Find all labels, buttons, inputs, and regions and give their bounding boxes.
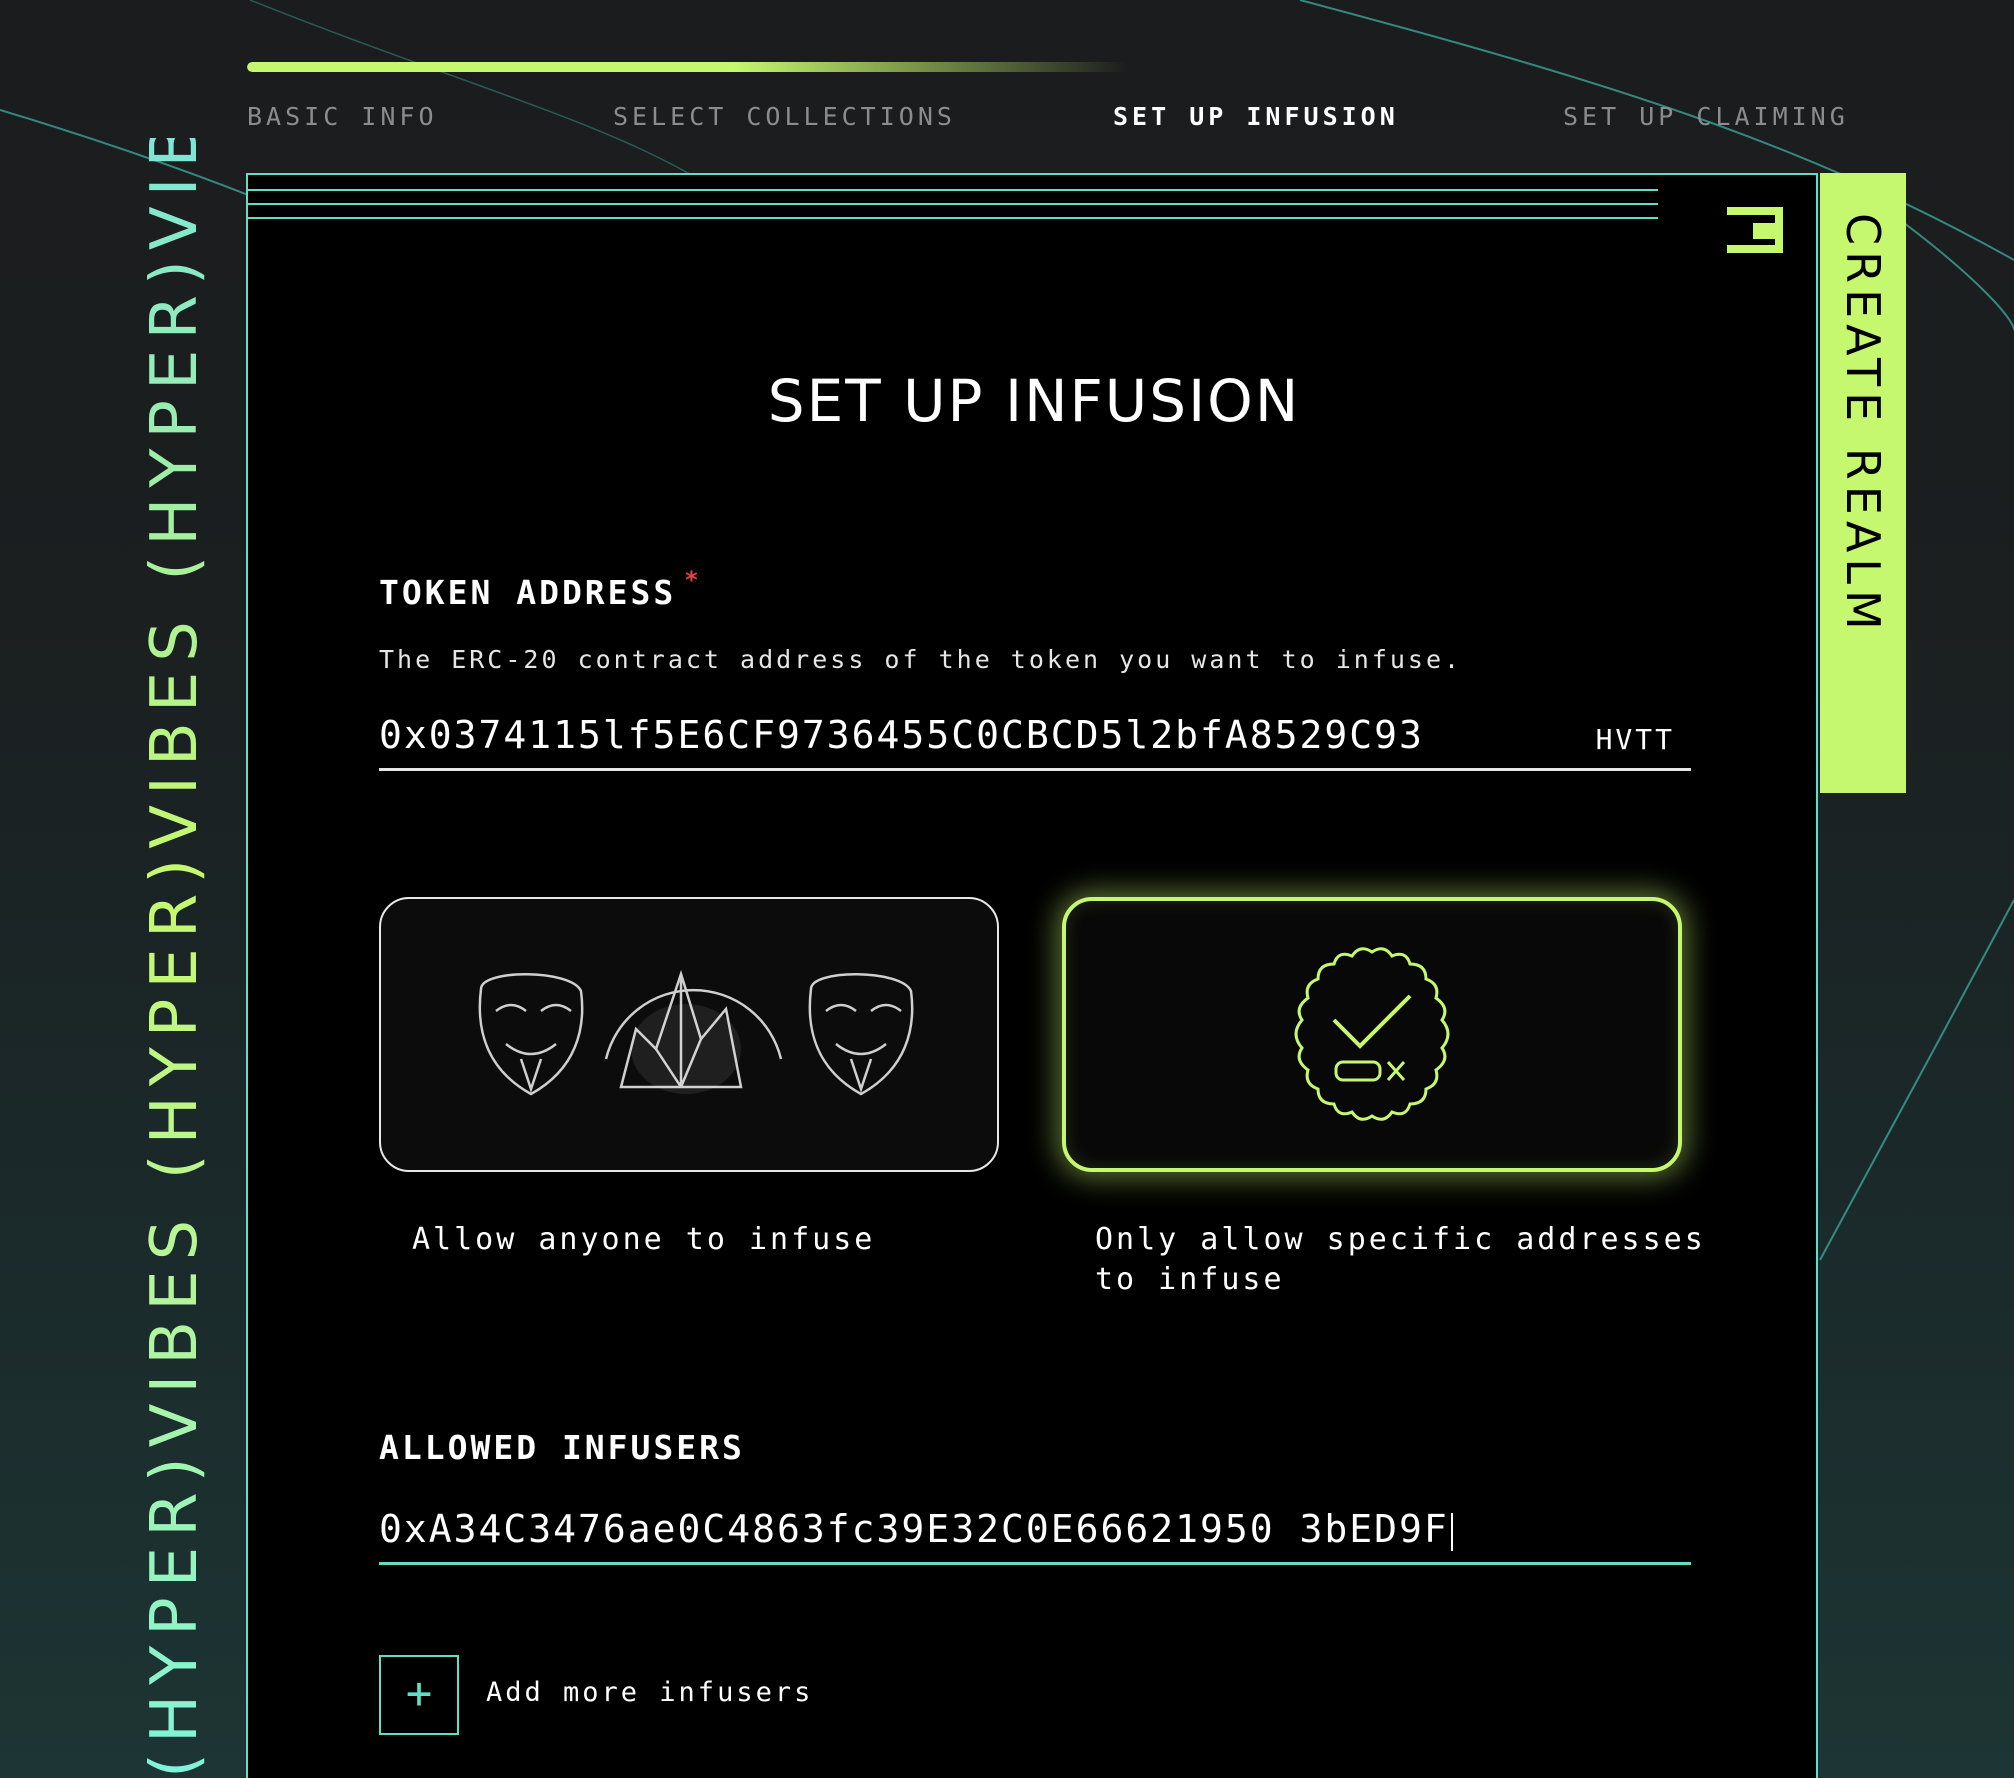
allowed-infuser-input[interactable]: 0xA34C3476ae0C4863fc39E32C0E66621950 3bE…: [379, 1507, 1453, 1551]
stepper: BASIC INFO SELECT COLLECTIONS SET UP INF…: [0, 102, 2014, 134]
verified-badge-icon: [1294, 947, 1450, 1121]
step-set-up-infusion[interactable]: SET UP INFUSION: [1113, 102, 1399, 131]
allowed-infusers-label: ALLOWED INFUSERS: [379, 1428, 745, 1467]
option-label-specific-addresses: Only allow specific addresses to infuse: [1095, 1222, 1706, 1297]
logo-icon: [1727, 207, 1783, 253]
option-card-anyone[interactable]: [379, 897, 999, 1172]
allowed-infuser-value: 0xA34C3476ae0C4863fc39E32C0E66621950 3bE…: [379, 1507, 1449, 1551]
create-realm-label: CREATE REALM: [1836, 213, 1890, 636]
token-address-value[interactable]: 0x0374115lf5E6CF9736455C0CBCD5l2bfA8529C…: [379, 713, 1424, 757]
panel-decorative-lines: [248, 189, 1658, 231]
token-symbol: HVTT: [1595, 723, 1675, 756]
allowed-infuser-underline: [379, 1562, 1691, 1565]
option-label-anyone: Allow anyone to infuse: [412, 1222, 876, 1257]
step-set-up-claiming[interactable]: SET UP CLAIMING: [1563, 102, 1849, 131]
token-address-field[interactable]: 0x0374115lf5E6CF9736455C0CBCD5l2bfA8529C…: [379, 713, 1691, 771]
allowed-infuser-field[interactable]: 0xA34C3476ae0C4863fc39E32C0E66621950 3bE…: [379, 1507, 1691, 1565]
step-select-collections[interactable]: SELECT COLLECTIONS: [613, 102, 956, 131]
masks-crystal-icon: [478, 969, 914, 1096]
token-address-underline: [379, 768, 1691, 771]
progress-bar: [247, 62, 1422, 72]
progress-fill: [247, 62, 1129, 72]
option-card-specific-addresses[interactable]: [1062, 897, 1682, 1172]
required-mark: *: [684, 566, 702, 594]
plus-icon: +: [405, 1668, 433, 1719]
brand-vertical-text: (HYPER)VIBES (HYPER)VIBES (HYPER)VIBES: [145, 138, 205, 1778]
text-caret: [1450, 1512, 1453, 1551]
token-address-help: The ERC-20 contract address of the token…: [379, 645, 1463, 674]
token-address-label: TOKEN ADDRESS *: [379, 566, 702, 612]
step-basic-info[interactable]: BASIC INFO: [247, 102, 438, 131]
token-address-label-text: TOKEN ADDRESS: [379, 573, 677, 612]
page-title: SET UP INFUSION: [767, 367, 1301, 435]
add-infuser-button[interactable]: +: [379, 1655, 459, 1735]
add-infuser-label[interactable]: Add more infusers: [486, 1677, 813, 1708]
main-panel: SET UP INFUSION TOKEN ADDRESS * The ERC-2…: [246, 173, 1818, 1778]
create-realm-tab[interactable]: CREATE REALM: [1820, 173, 1906, 793]
